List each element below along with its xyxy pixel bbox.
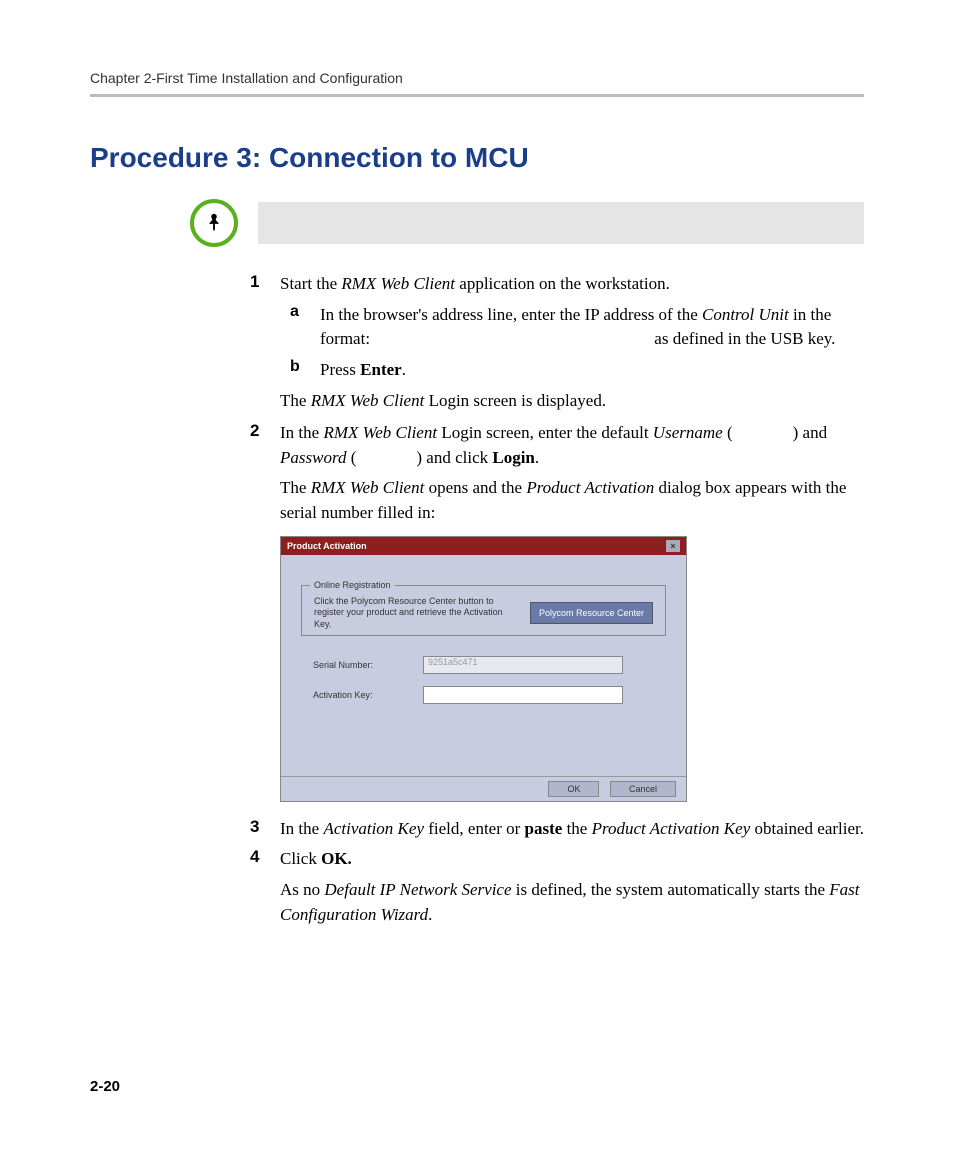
text: Click: [280, 849, 321, 868]
text-italic: RMX Web Client: [311, 391, 425, 410]
text: The: [280, 478, 311, 497]
substep-a: a In the browser's address line, enter t…: [290, 303, 864, 352]
step-4: 4 Click OK.: [250, 847, 864, 872]
substep-letter: b: [290, 358, 320, 383]
activation-key-input[interactable]: [423, 686, 623, 704]
step-text: Click OK.: [280, 847, 864, 872]
text: (: [346, 448, 356, 467]
text-italic: Default IP Network Service: [324, 880, 511, 899]
text: obtained earlier.: [750, 819, 864, 838]
text: The: [280, 391, 311, 410]
pin-icon: [190, 199, 238, 247]
step-number: 4: [250, 847, 280, 872]
step-number: 1: [250, 272, 280, 297]
text: In the: [280, 819, 323, 838]
text-bold: Login: [492, 448, 535, 467]
chapter-header: Chapter 2-First Time Installation and Co…: [90, 70, 864, 86]
substep-text: Press Enter.: [320, 358, 864, 383]
text: .: [402, 360, 406, 379]
step-number: 3: [250, 817, 280, 842]
step-text: In the RMX Web Client Login screen, ente…: [280, 421, 864, 470]
page-number: 2-20: [90, 1078, 120, 1095]
text-bold: OK.: [321, 849, 352, 868]
serial-number-label: Serial Number:: [313, 660, 423, 670]
text: Press: [320, 360, 360, 379]
product-activation-dialog: Product Activation × Online Registration…: [280, 536, 687, 802]
serial-number-row: Serial Number: 9251a5c471: [301, 656, 666, 674]
text-italic: RMX Web Client: [341, 274, 455, 293]
step-number: 2: [250, 421, 280, 470]
text-italic: Username: [653, 423, 723, 442]
text-italic: Control Unit: [702, 305, 789, 324]
dialog-title: Product Activation: [287, 541, 367, 551]
step-continuation: The RMX Web Client Login screen is displ…: [280, 389, 864, 414]
text: Start the: [280, 274, 341, 293]
text: the: [562, 819, 591, 838]
step-text: In the Activation Key field, enter or pa…: [280, 817, 864, 842]
activation-key-label: Activation Key:: [313, 690, 423, 700]
text: .: [428, 905, 432, 924]
text: (: [723, 423, 733, 442]
text-italic: Product Activation Key: [592, 819, 751, 838]
fieldset-legend: Online Registration: [310, 580, 395, 590]
text: In the: [280, 423, 323, 442]
registration-instructions: Click the Polycom Resource Center button…: [314, 596, 510, 631]
step-continuation: As no Default IP Network Service is defi…: [280, 878, 864, 927]
polycom-resource-center-button[interactable]: Polycom Resource Center: [530, 602, 653, 624]
text-italic: Password: [280, 448, 346, 467]
text-bold: Enter: [360, 360, 402, 379]
note-bar: [190, 199, 864, 247]
substep-text: In the browser's address line, enter the…: [320, 303, 864, 352]
text: opens and the: [424, 478, 526, 497]
step-continuation: The RMX Web Client opens and the Product…: [280, 476, 864, 525]
text: field, enter or: [424, 819, 525, 838]
substep-b: b Press Enter.: [290, 358, 864, 383]
text: application on the workstation.: [455, 274, 670, 293]
procedure-heading: Procedure 3: Connection to MCU: [90, 142, 864, 174]
header-rule: [90, 94, 864, 97]
step-2: 2 In the RMX Web Client Login screen, en…: [250, 421, 864, 470]
text: as defined in the USB key.: [650, 329, 835, 348]
close-icon[interactable]: ×: [666, 540, 680, 552]
substep-letter: a: [290, 303, 320, 352]
cancel-button[interactable]: Cancel: [610, 781, 676, 797]
text: ) and: [793, 423, 827, 442]
step-text: Start the RMX Web Client application on …: [280, 272, 864, 297]
step-3: 3 In the Activation Key field, enter or …: [250, 817, 864, 842]
text: Login screen is displayed.: [424, 391, 606, 410]
text: is defined, the system automatically sta…: [512, 880, 830, 899]
activation-key-row: Activation Key:: [301, 686, 666, 704]
note-placeholder: [258, 202, 864, 244]
text: As no: [280, 880, 324, 899]
text-italic: Product Activation: [526, 478, 654, 497]
text-italic: Activation Key: [323, 819, 424, 838]
dialog-titlebar: Product Activation ×: [281, 537, 686, 555]
text-bold: paste: [525, 819, 563, 838]
text-italic: RMX Web Client: [323, 423, 437, 442]
online-registration-fieldset: Online Registration Click the Polycom Re…: [301, 585, 666, 636]
serial-number-input[interactable]: 9251a5c471: [423, 656, 623, 674]
text-italic: RMX Web Client: [311, 478, 425, 497]
step-1: 1 Start the RMX Web Client application o…: [250, 272, 864, 297]
text: ) and click: [416, 448, 492, 467]
text: Login screen, enter the default: [437, 423, 653, 442]
dialog-footer: OK Cancel: [281, 776, 686, 801]
text: In the browser's address line, enter the…: [320, 305, 702, 324]
text: .: [535, 448, 539, 467]
ok-button[interactable]: OK: [548, 781, 599, 797]
